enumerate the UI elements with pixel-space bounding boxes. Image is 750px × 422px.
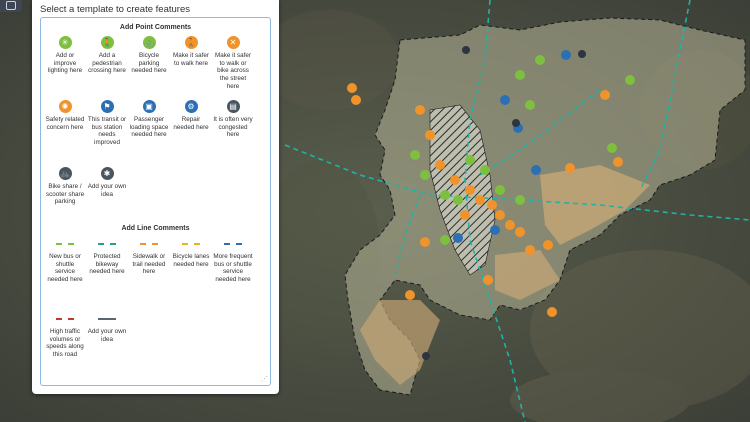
- line-template-4[interactable]: Bicycle lanes needed here: [171, 240, 211, 268]
- point-template-4[interactable]: 🚶 Make it safer to walk here: [171, 36, 211, 67]
- line-template-2[interactable]: Protected bikeway needed here: [87, 240, 127, 276]
- template-picker-panel: Select a template to create features Add…: [32, 0, 279, 394]
- point-template-7[interactable]: ⚑ This transit or bus station needs impro…: [87, 100, 127, 147]
- safety-icon: ✺: [58, 100, 72, 113]
- point-template-label: Add your own idea: [87, 183, 127, 198]
- line-template-3[interactable]: Sidewalk or trail needed here: [129, 240, 169, 276]
- line-template-label: More frequent bus or shuttle service nee…: [213, 253, 253, 284]
- line-swatch-icon: [98, 318, 116, 320]
- point-template-3[interactable]: 🚲 Bicycle parking needed here: [129, 36, 169, 75]
- line-template-label: New bus or shuttle service needed here: [47, 253, 83, 284]
- point-template-label: Safety related concern here: [45, 116, 85, 131]
- line-section-title: Add Line Comments: [121, 225, 190, 232]
- point-template-label: Repair needed here: [173, 116, 209, 131]
- line-template-label: Sidewalk or trail needed here: [132, 253, 166, 276]
- point-template-9[interactable]: ⚙ Repair needed here: [171, 100, 211, 131]
- repair-gear-icon: ⚙: [184, 100, 198, 113]
- line-template-6[interactable]: High traffic volumes or speeds along thi…: [45, 315, 85, 359]
- point-template-label: This transit or bus station needs improv…: [87, 116, 127, 147]
- point-template-label: It is often very congested here: [213, 116, 253, 139]
- own-idea-icon: ✱: [100, 167, 114, 180]
- panel-title: Select a template to create features: [40, 4, 190, 15]
- line-swatch-icon: [140, 243, 158, 245]
- lighting-icon: ✳: [58, 36, 72, 49]
- line-template-7[interactable]: Add your own idea: [87, 315, 127, 343]
- resize-handle-icon[interactable]: ⋰: [261, 375, 268, 383]
- point-template-10[interactable]: ▤ It is often very congested here: [213, 100, 253, 139]
- point-template-label: Bike share / scooter share parking: [45, 183, 85, 206]
- line-template-label: Add your own idea: [87, 328, 127, 343]
- line-swatch-icon: [98, 243, 116, 245]
- loading-icon: ▣: [142, 100, 156, 113]
- point-template-6[interactable]: ✺ Safety related concern here: [45, 100, 85, 131]
- point-template-12[interactable]: ✱ Add your own idea: [87, 167, 127, 198]
- congestion-icon: ▤: [226, 100, 240, 113]
- line-swatch-icon: [182, 243, 200, 245]
- line-template-label: High traffic volumes or speeds along thi…: [46, 328, 84, 359]
- point-template-2[interactable]: 🚶 Add a pedestrian crossing here: [87, 36, 127, 75]
- line-swatch-icon: [56, 243, 74, 245]
- line-swatch-icon: [56, 318, 74, 320]
- line-template-1[interactable]: New bus or shuttle service needed here: [45, 240, 85, 284]
- point-template-11[interactable]: 🚲 Bike share / scooter share parking: [45, 167, 85, 206]
- point-template-label: Make it safer to walk here: [172, 52, 210, 67]
- point-template-label: Make it safer to walk or bike across the…: [214, 52, 252, 90]
- cross-icon: ✕: [226, 36, 240, 49]
- point-template-label: Bicycle parking needed here: [131, 52, 167, 75]
- point-template-label: Add a pedestrian crossing here: [88, 52, 126, 75]
- panel-toggle-icon: [6, 1, 16, 10]
- bike-share-icon: 🚲: [58, 167, 72, 180]
- panel-toggle-button[interactable]: [0, 0, 22, 12]
- point-template-label: Passenger loading space needed here: [129, 116, 169, 139]
- bus-stop-icon: ⚑: [100, 100, 114, 113]
- line-template-5[interactable]: More frequent bus or shuttle service nee…: [213, 240, 253, 284]
- point-template-1[interactable]: ✳ Add or improve lighting here: [45, 36, 85, 75]
- pedestrian-icon: 🚶: [100, 36, 114, 49]
- point-template-5[interactable]: ✕ Make it safer to walk or bike across th…: [213, 36, 253, 91]
- line-swatch-icon: [224, 243, 242, 245]
- point-template-label: Add or improve lighting here: [47, 52, 83, 75]
- walk-icon: 🚶: [184, 36, 198, 49]
- bicycle-icon: 🚲: [142, 36, 156, 49]
- line-template-label: Protected bikeway needed here: [89, 253, 125, 276]
- point-template-8[interactable]: ▣ Passenger loading space needed here: [129, 100, 169, 139]
- line-template-label: Bicycle lanes needed here: [172, 253, 210, 268]
- template-card: Add Point Comments ✳ Add or improve light…: [40, 17, 271, 386]
- point-section-title: Add Point Comments: [119, 24, 192, 31]
